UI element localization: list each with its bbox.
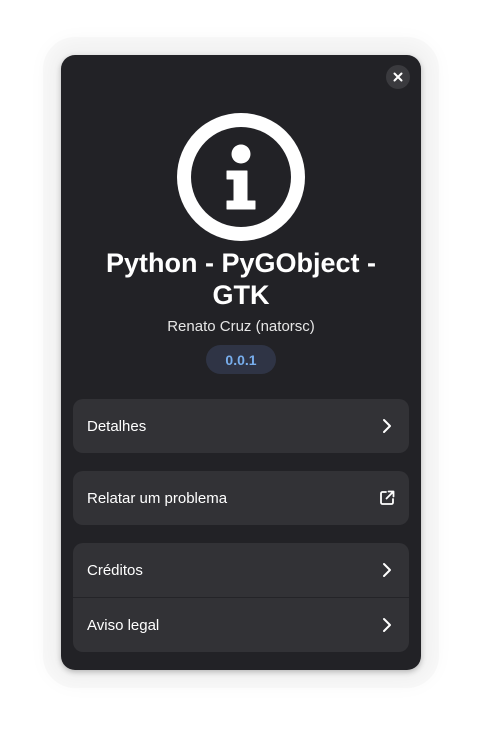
details-card: Detalhes <box>73 399 409 453</box>
report-problem-row[interactable]: Relatar um problema <box>73 471 409 525</box>
chevron-right-icon <box>379 562 395 578</box>
credits-label: Créditos <box>87 561 143 579</box>
close-icon <box>393 72 403 82</box>
chevron-right-icon <box>379 418 395 434</box>
info-icon <box>177 113 305 241</box>
app-title: Python - PyGObject - GTK <box>105 248 377 310</box>
external-link-icon <box>379 490 395 506</box>
details-row[interactable]: Detalhes <box>73 399 409 453</box>
report-label: Relatar um problema <box>87 489 228 507</box>
report-card: Relatar um problema <box>73 471 409 525</box>
legal-row[interactable]: Aviso legal <box>73 597 409 652</box>
developer-name: Renato Cruz (natorsc) <box>167 318 315 335</box>
chevron-right-icon <box>379 617 395 633</box>
legal-label: Aviso legal <box>87 616 160 634</box>
about-dialog: Python - PyGObject - GTK Renato Cruz (na… <box>61 55 421 670</box>
details-label: Detalhes <box>87 417 147 435</box>
close-button[interactable] <box>386 65 410 89</box>
credits-row[interactable]: Créditos <box>73 543 409 597</box>
credits-legal-card: Créditos Aviso legal <box>73 543 409 652</box>
version-badge[interactable]: 0.0.1 <box>206 345 276 374</box>
